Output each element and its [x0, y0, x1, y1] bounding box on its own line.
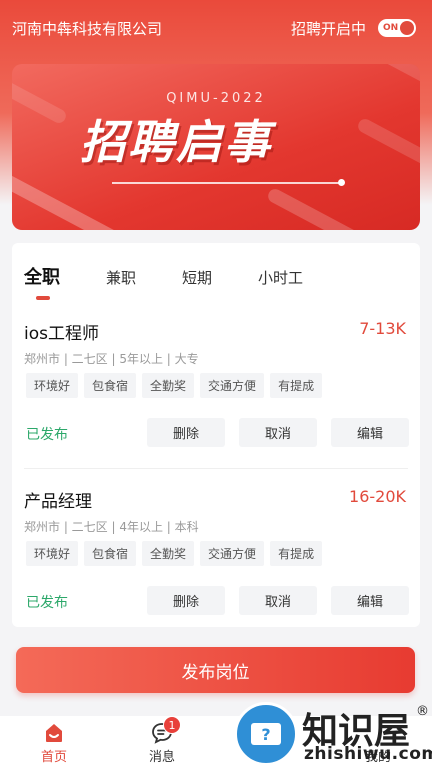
job-list-card: 全职 兼职 短期 小时工 ios工程师 7-13K 郑州市 | 二七区 | 5年…: [12, 243, 420, 627]
banner-stripe: [353, 64, 420, 89]
job-tag: 环境好: [26, 373, 79, 398]
delete-button[interactable]: 删除: [147, 418, 225, 447]
banner-stripe: [265, 186, 379, 230]
banner-stripe: [355, 116, 420, 186]
job-actions: 删除 取消 编辑: [147, 586, 409, 615]
recruit-banner[interactable]: QIMU-2022 招聘启事: [12, 64, 420, 230]
company-name: 河南中犇科技有限公司: [12, 19, 163, 38]
tabbar-label: 首页: [40, 750, 67, 765]
divider: [24, 468, 408, 469]
job-title: ios工程师: [24, 324, 99, 344]
tab-hourly[interactable]: 小时工: [258, 267, 303, 288]
edit-button[interactable]: 编辑: [331, 586, 409, 615]
banner-title: 招聘启事: [80, 115, 272, 169]
job-status: 已发布: [26, 427, 68, 443]
job-tag: 环境好: [26, 541, 79, 566]
banner-stripe: [12, 167, 174, 230]
job-status: 已发布: [26, 595, 68, 611]
watermark-logo-icon: ?: [234, 702, 298, 766]
cancel-button[interactable]: 取消: [239, 586, 317, 615]
watermark: ? 知识屋 ® zhishiwu.com: [232, 698, 432, 768]
recruit-toggle-group: 招聘开启中 ON: [291, 18, 416, 39]
job-meta: 郑州市 | 二七区 | 5年以上 | 大专: [24, 352, 199, 366]
tabbar-label: 消息: [148, 750, 175, 765]
job-item[interactable]: 产品经理 16-20K 郑州市 | 二七区 | 4年以上 | 本科 环境好 包食…: [12, 481, 420, 641]
switch-knob: [400, 21, 414, 35]
job-tag: 全勤奖: [142, 373, 195, 398]
publish-job-button[interactable]: 发布岗位: [16, 647, 415, 693]
recruit-status-label: 招聘开启中: [290, 19, 366, 38]
home-icon: [43, 722, 65, 744]
tab-label: 全职: [24, 267, 60, 288]
job-title: 产品经理: [24, 492, 92, 512]
job-tag: 交通方便: [200, 541, 265, 566]
watermark-url: zhishiwu.com: [304, 744, 432, 764]
tab-parttime[interactable]: 兼职: [106, 267, 136, 288]
cancel-button[interactable]: 取消: [239, 418, 317, 447]
tabbar-item-home[interactable]: 首页: [0, 716, 108, 768]
edit-button[interactable]: 编辑: [331, 418, 409, 447]
job-salary: 16-20K: [349, 487, 406, 506]
delete-button[interactable]: 删除: [147, 586, 225, 615]
job-tag: 包食宿: [84, 373, 137, 398]
recruit-switch[interactable]: ON: [378, 19, 416, 37]
job-tag: 交通方便: [200, 373, 265, 398]
banner-dot: [338, 179, 345, 186]
job-type-tabs: 全职 兼职 短期 小时工: [24, 263, 349, 300]
job-salary: 7-13K: [359, 319, 406, 338]
header-bar: 河南中犇科技有限公司 招聘开启中 ON: [0, 0, 432, 56]
job-tag: 包食宿: [84, 541, 137, 566]
job-item[interactable]: ios工程师 7-13K 郑州市 | 二七区 | 5年以上 | 大专 环境好 包…: [12, 313, 420, 473]
tab-shortterm[interactable]: 短期: [182, 267, 212, 288]
watermark-registered-mark: ®: [416, 704, 429, 719]
banner-line: [112, 182, 340, 184]
banner-subtitle: QIMU-2022: [166, 91, 266, 106]
job-actions: 删除 取消 编辑: [147, 418, 409, 447]
switch-on-text: ON: [383, 23, 399, 33]
message-badge: 1: [163, 716, 181, 734]
watermark-glyph: ?: [251, 723, 281, 745]
tab-fulltime[interactable]: 全职: [24, 263, 60, 300]
job-tag: 全勤奖: [142, 541, 195, 566]
job-tags: 环境好 包食宿 全勤奖 交通方便 有提成: [26, 541, 323, 566]
message-icon: 1: [151, 716, 181, 744]
job-tag: 有提成: [270, 373, 323, 398]
job-tag: 有提成: [270, 541, 323, 566]
job-tags: 环境好 包食宿 全勤奖 交通方便 有提成: [26, 373, 323, 398]
tabbar-item-messages[interactable]: 1 消息: [108, 716, 216, 768]
tab-active-indicator: [36, 296, 50, 300]
job-meta: 郑州市 | 二七区 | 4年以上 | 本科: [24, 520, 199, 534]
